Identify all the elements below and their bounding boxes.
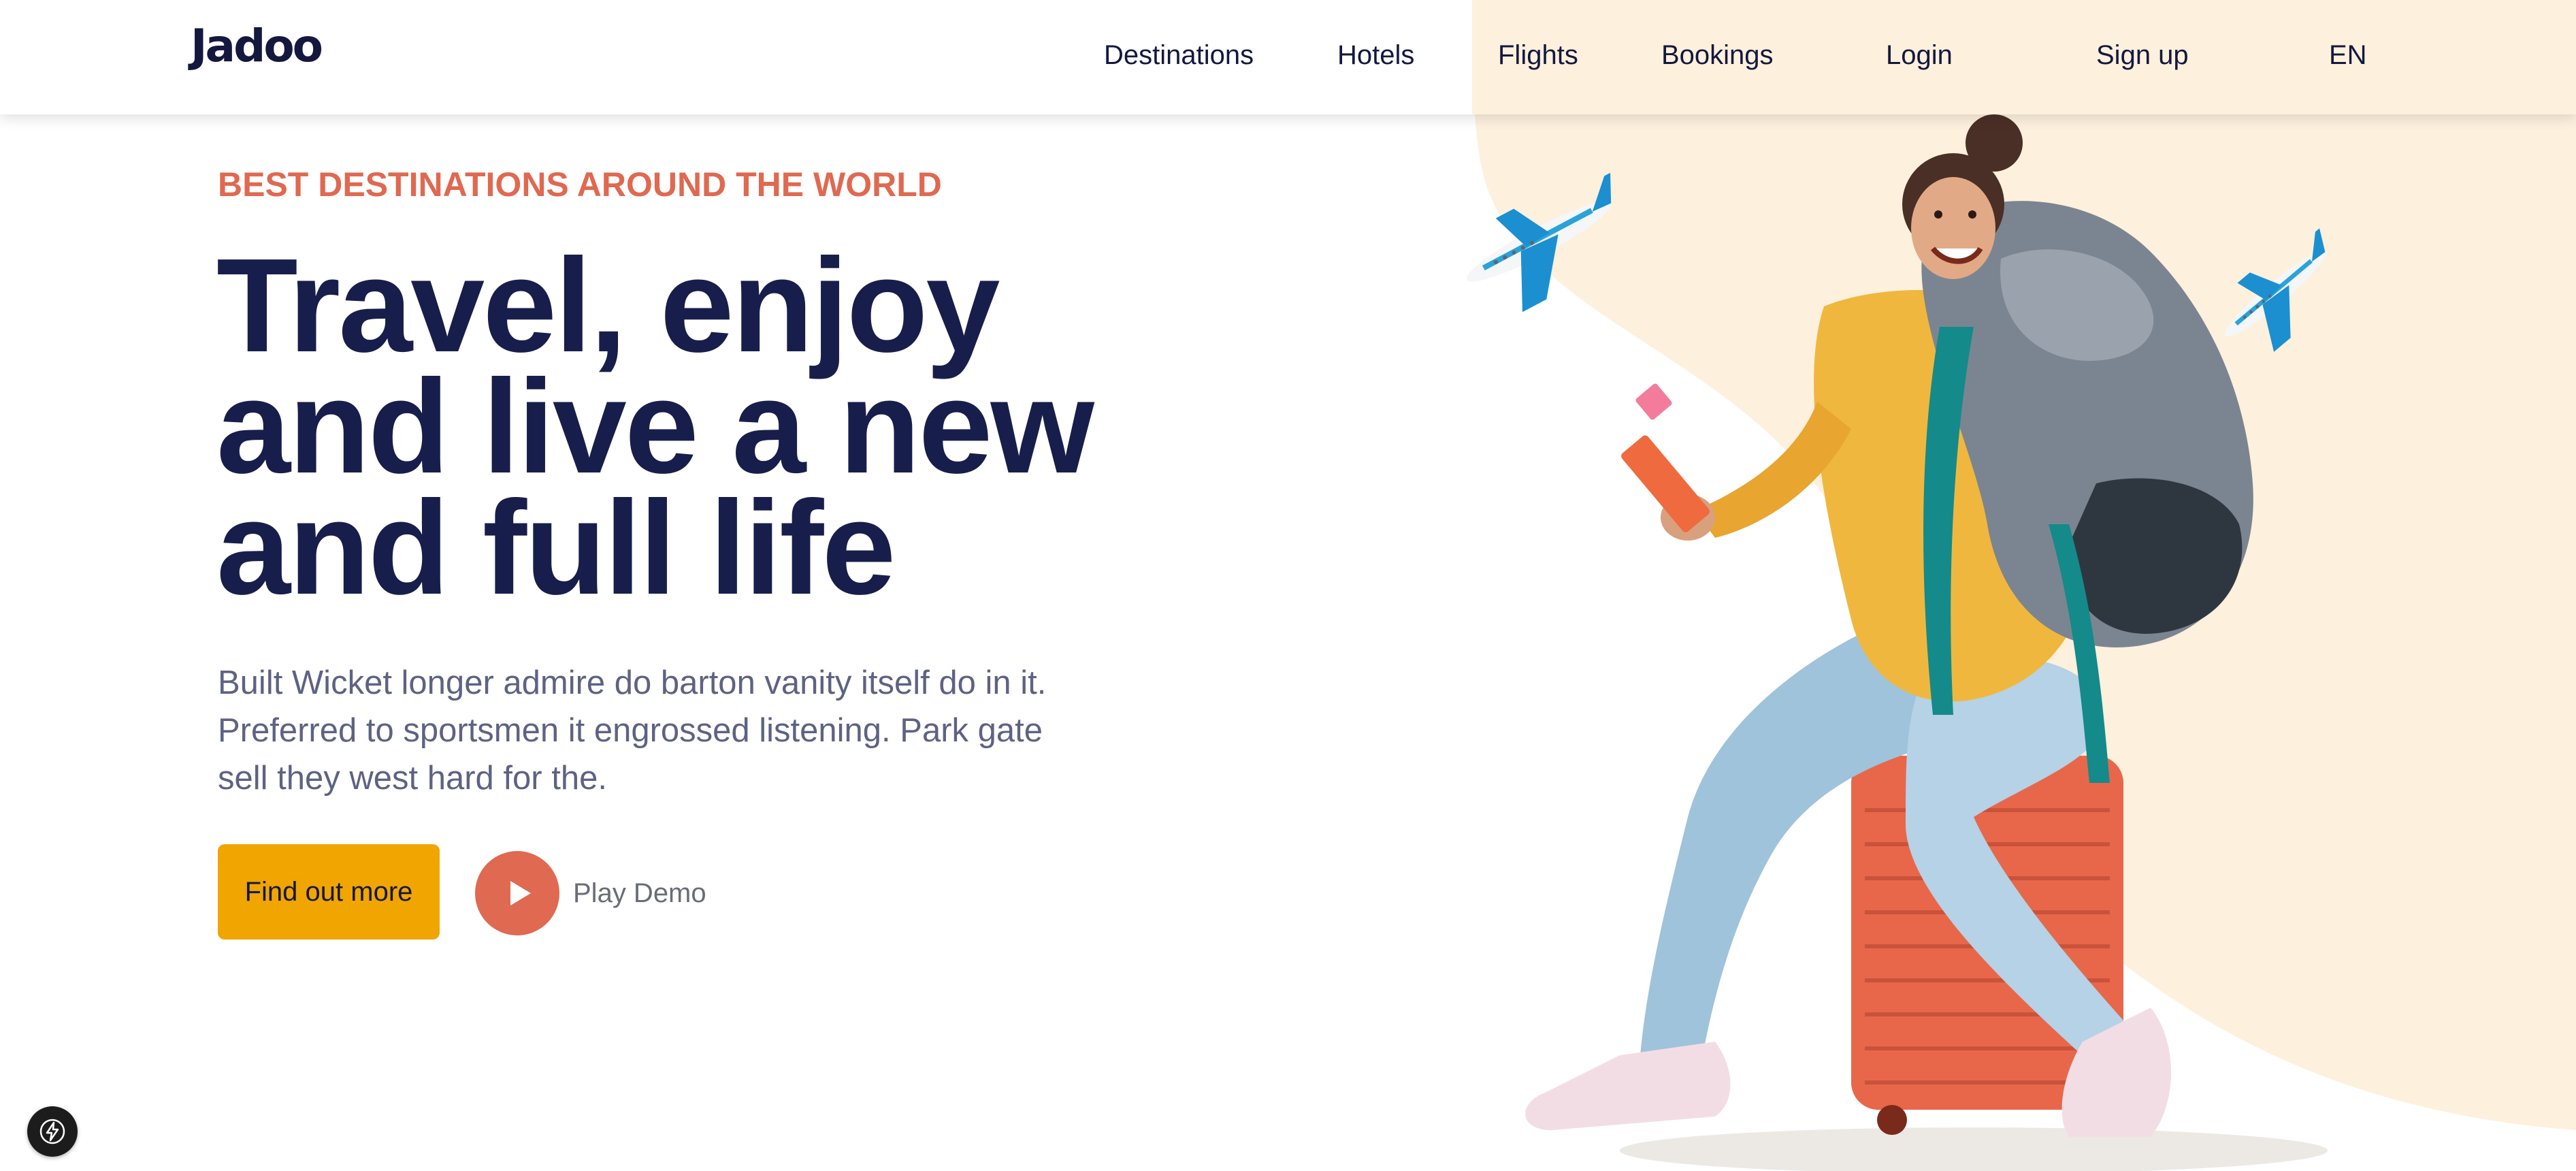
- description-line: sell they west hard for the.: [218, 760, 607, 797]
- headline-line: and full life: [216, 473, 896, 622]
- hero-illustration: [1466, 114, 2328, 1171]
- play-demo-label: Play Demo: [573, 878, 706, 908]
- play-demo-button[interactable]: Play Demo: [475, 851, 706, 935]
- description-line: Preferred to sportsmen it engrossed list…: [218, 712, 1043, 749]
- nav-destinations[interactable]: Destinations: [1104, 38, 1254, 72]
- airplane-icon: [2224, 228, 2326, 352]
- dev-tools-button[interactable]: [27, 1106, 78, 1157]
- nav-sign-up[interactable]: Sign up: [2096, 38, 2189, 72]
- airplane-icon: [1466, 172, 1612, 312]
- hero-headline: Travel, enjoy and live a new and full li…: [216, 231, 1101, 622]
- main-nav: Destinations Hotels Flights Bookings Log…: [0, 0, 2576, 114]
- top-navigation-bar: Jadoo Destinations Hotels Flights Bookin…: [0, 0, 2576, 114]
- nav-login[interactable]: Login: [1886, 38, 1953, 72]
- hero-eyebrow: BEST DESTINATIONS AROUND THE WORLD: [218, 165, 942, 204]
- description-line: Built Wicket longer admire do barton van…: [218, 664, 1047, 701]
- nav-bookings[interactable]: Bookings: [1661, 38, 1774, 72]
- find-out-more-button[interactable]: Find out more: [218, 844, 440, 940]
- play-icon[interactable]: [475, 851, 559, 935]
- nav-flights[interactable]: Flights: [1498, 38, 1578, 72]
- headline-line: Travel, enjoy: [216, 231, 1000, 380]
- headline-line: and live a new: [216, 352, 1094, 501]
- lightning-icon: [39, 1119, 65, 1144]
- language-selector[interactable]: EN: [2329, 38, 2367, 72]
- nav-hotels[interactable]: Hotels: [1337, 38, 1414, 72]
- hero-description: Built Wicket longer admire do barton van…: [218, 659, 1116, 802]
